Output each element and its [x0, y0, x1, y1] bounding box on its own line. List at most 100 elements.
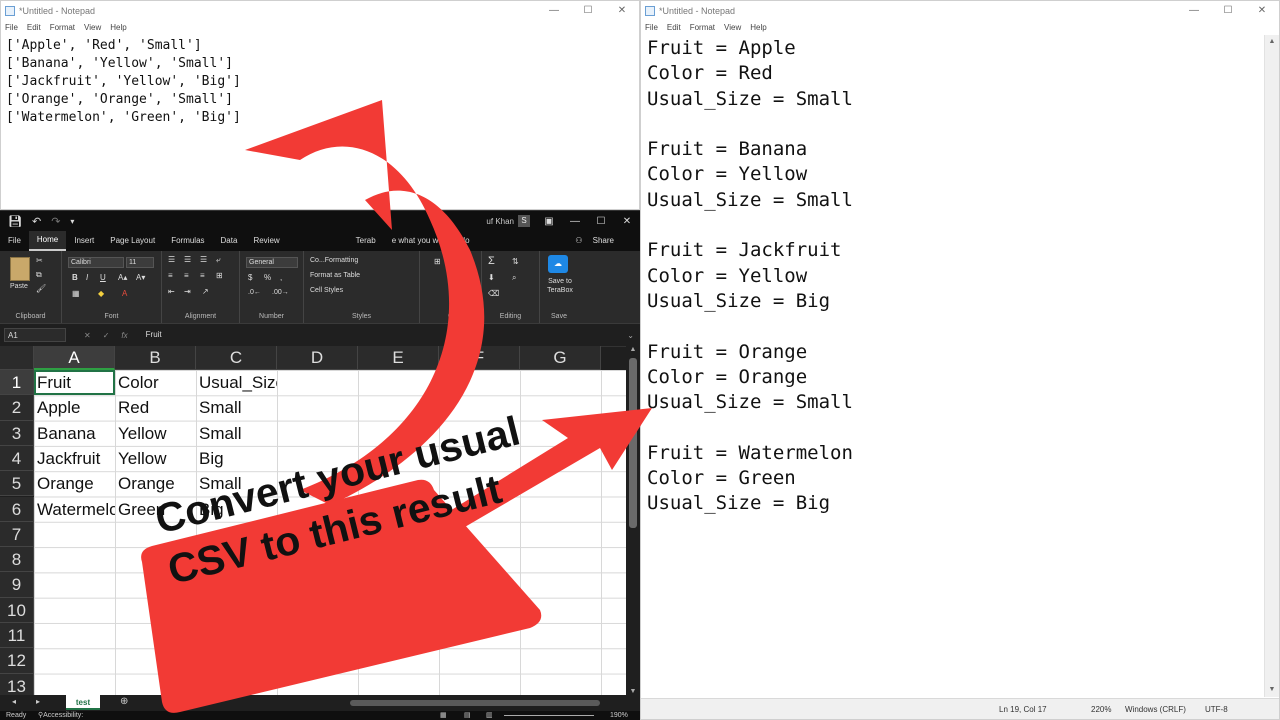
- tab-file[interactable]: File: [0, 231, 29, 251]
- comma-icon[interactable]: ,: [280, 273, 282, 282]
- font-name-select[interactable]: Calibri: [68, 257, 124, 268]
- confirm-entry-icon[interactable]: ✓: [103, 331, 110, 340]
- decrease-indent-icon[interactable]: ⇤: [168, 287, 175, 296]
- table-cell[interactable]: Orange: [115, 471, 196, 496]
- font-size-select[interactable]: 11: [126, 257, 154, 268]
- table-cell[interactable]: Fruit: [34, 370, 115, 395]
- accessibility-status[interactable]: ⚲ Accessibility: Unavailable: [38, 711, 83, 720]
- increase-indent-icon[interactable]: ⇥: [184, 287, 191, 296]
- menu-view[interactable]: View: [84, 21, 101, 35]
- table-cell[interactable]: Small: [196, 421, 277, 446]
- table-cell[interactable]: Yellow: [115, 421, 196, 446]
- maximize-icon[interactable]: ☐: [571, 1, 605, 21]
- vertical-scrollbar[interactable]: ▲ ▼: [626, 346, 640, 695]
- row-header[interactable]: 11: [0, 623, 34, 649]
- row-header[interactable]: 7: [0, 521, 34, 548]
- row-header[interactable]: 1: [0, 370, 34, 396]
- column-header[interactable]: C: [196, 346, 277, 370]
- customize-toolbar-icon[interactable]: ▾: [70, 217, 74, 226]
- format-as-table-button[interactable]: Format as Table: [310, 272, 360, 279]
- column-header[interactable]: E: [358, 346, 439, 370]
- font-color-icon[interactable]: A: [122, 289, 127, 298]
- row-header[interactable]: 12: [0, 648, 34, 674]
- maximize-icon[interactable]: ☐: [1211, 1, 1245, 21]
- wrap-text-icon[interactable]: ⤶: [216, 255, 220, 265]
- minimize-icon[interactable]: —: [537, 1, 571, 21]
- close-icon[interactable]: ✕: [614, 216, 640, 227]
- expand-formula-bar-icon[interactable]: ⌄: [627, 331, 634, 340]
- notepad-text-area[interactable]: Fruit = Apple Color = Red Usual_Size = Sma…: [641, 35, 1279, 517]
- menu-format[interactable]: Format: [690, 21, 715, 35]
- scroll-up-icon[interactable]: ▲: [1265, 35, 1279, 49]
- tab-review[interactable]: Review: [245, 231, 287, 251]
- cell-styles-button[interactable]: Cell Styles: [310, 287, 343, 294]
- insert-cells-icon[interactable]: ⊞: [434, 257, 441, 266]
- column-header[interactable]: B: [115, 346, 196, 370]
- redo-icon[interactable]: ↷: [51, 215, 60, 228]
- bottom-align-icon[interactable]: ☰: [200, 255, 207, 264]
- increase-decimal-icon[interactable]: .0←: [248, 289, 261, 296]
- table-cell[interactable]: Usual_Size: [196, 370, 277, 395]
- tab-home[interactable]: Home: [28, 231, 67, 251]
- decrease-decimal-icon[interactable]: .00→: [272, 289, 289, 296]
- notepad-text-area[interactable]: ['Apple', 'Red', 'Small'] ['Banana', 'Yel…: [1, 35, 639, 127]
- tab-insert[interactable]: Insert: [66, 231, 102, 251]
- spreadsheet-grid[interactable]: Fruit Color Usual_Size Apple Red Small Banana Y…: [0, 346, 626, 695]
- middle-align-icon[interactable]: ☰: [184, 255, 191, 264]
- italic-icon[interactable]: I: [86, 273, 88, 282]
- tab-terabox[interactable]: Terab: [348, 231, 384, 251]
- borders-icon[interactable]: ▦: [72, 289, 80, 298]
- cloud-upload-icon[interactable]: ☁: [548, 255, 568, 273]
- tab-formulas[interactable]: Formulas: [163, 231, 212, 251]
- menu-edit[interactable]: Edit: [27, 21, 41, 35]
- next-sheet-icon[interactable]: ▸: [36, 697, 40, 706]
- name-box[interactable]: A1: [4, 328, 66, 342]
- scroll-up-icon[interactable]: ▲: [626, 346, 640, 353]
- table-cell[interactable]: Big: [196, 446, 277, 471]
- column-header[interactable]: D: [277, 346, 358, 370]
- user-account[interactable]: uf Khan S: [486, 215, 530, 227]
- tell-me-search[interactable]: e what you want to do: [384, 231, 478, 251]
- minimize-icon[interactable]: —: [562, 216, 588, 227]
- column-header[interactable]: F: [439, 346, 520, 370]
- table-cell[interactable]: Red: [115, 395, 196, 420]
- table-cell[interactable]: Green: [115, 497, 196, 522]
- shrink-font-icon[interactable]: A▾: [136, 273, 145, 282]
- horizontal-scrollbar[interactable]: [350, 700, 600, 706]
- maximize-icon[interactable]: ☐: [588, 216, 614, 227]
- row-header[interactable]: 4: [0, 445, 34, 472]
- fill-icon[interactable]: ⬇: [488, 273, 495, 282]
- table-cell[interactable]: Yellow: [115, 446, 196, 471]
- autosum-icon[interactable]: Σ: [488, 255, 495, 267]
- grow-font-icon[interactable]: A▴: [118, 273, 127, 282]
- column-header[interactable]: A: [34, 346, 115, 370]
- format-painter-icon[interactable]: 🖌︎: [36, 284, 46, 293]
- zoom-slider[interactable]: [504, 715, 594, 716]
- row-header[interactable]: 6: [0, 496, 34, 522]
- orientation-icon[interactable]: ↗: [202, 287, 209, 296]
- formula-input[interactable]: Fruit: [140, 328, 628, 342]
- center-icon[interactable]: ≡: [184, 271, 189, 280]
- ribbon-display-icon[interactable]: ▣: [536, 216, 562, 227]
- menu-help[interactable]: Help: [750, 21, 766, 35]
- save-to-terabox-button[interactable]: Save to TeraBox: [543, 277, 577, 295]
- cell-area[interactable]: Fruit Color Usual_Size Apple Red Small Banana Y…: [34, 370, 626, 695]
- clear-icon[interactable]: ⌫: [488, 289, 499, 298]
- close-icon[interactable]: ✕: [1245, 1, 1279, 21]
- sheet-tab-test[interactable]: test: [66, 695, 100, 710]
- align-right-icon[interactable]: ≡: [200, 271, 205, 280]
- insert-function-icon[interactable]: fx: [121, 331, 127, 340]
- close-icon[interactable]: ✕: [605, 1, 639, 21]
- number-format-select[interactable]: General: [246, 257, 298, 268]
- row-header[interactable]: 13: [0, 673, 34, 695]
- save-icon[interactable]: 💾︎: [8, 215, 22, 228]
- minimize-icon[interactable]: —: [1177, 1, 1211, 21]
- zoom-level[interactable]: 190%: [610, 711, 628, 720]
- sort-filter-icon[interactable]: ⇅: [512, 257, 519, 266]
- merge-center-icon[interactable]: ⊞: [216, 271, 223, 280]
- undo-icon[interactable]: ↶: [32, 215, 41, 228]
- table-cell[interactable]: Jackfruit: [34, 446, 115, 471]
- currency-icon[interactable]: $: [248, 273, 252, 282]
- normal-view-icon[interactable]: ▦: [440, 711, 447, 720]
- select-all-corner[interactable]: [0, 346, 34, 370]
